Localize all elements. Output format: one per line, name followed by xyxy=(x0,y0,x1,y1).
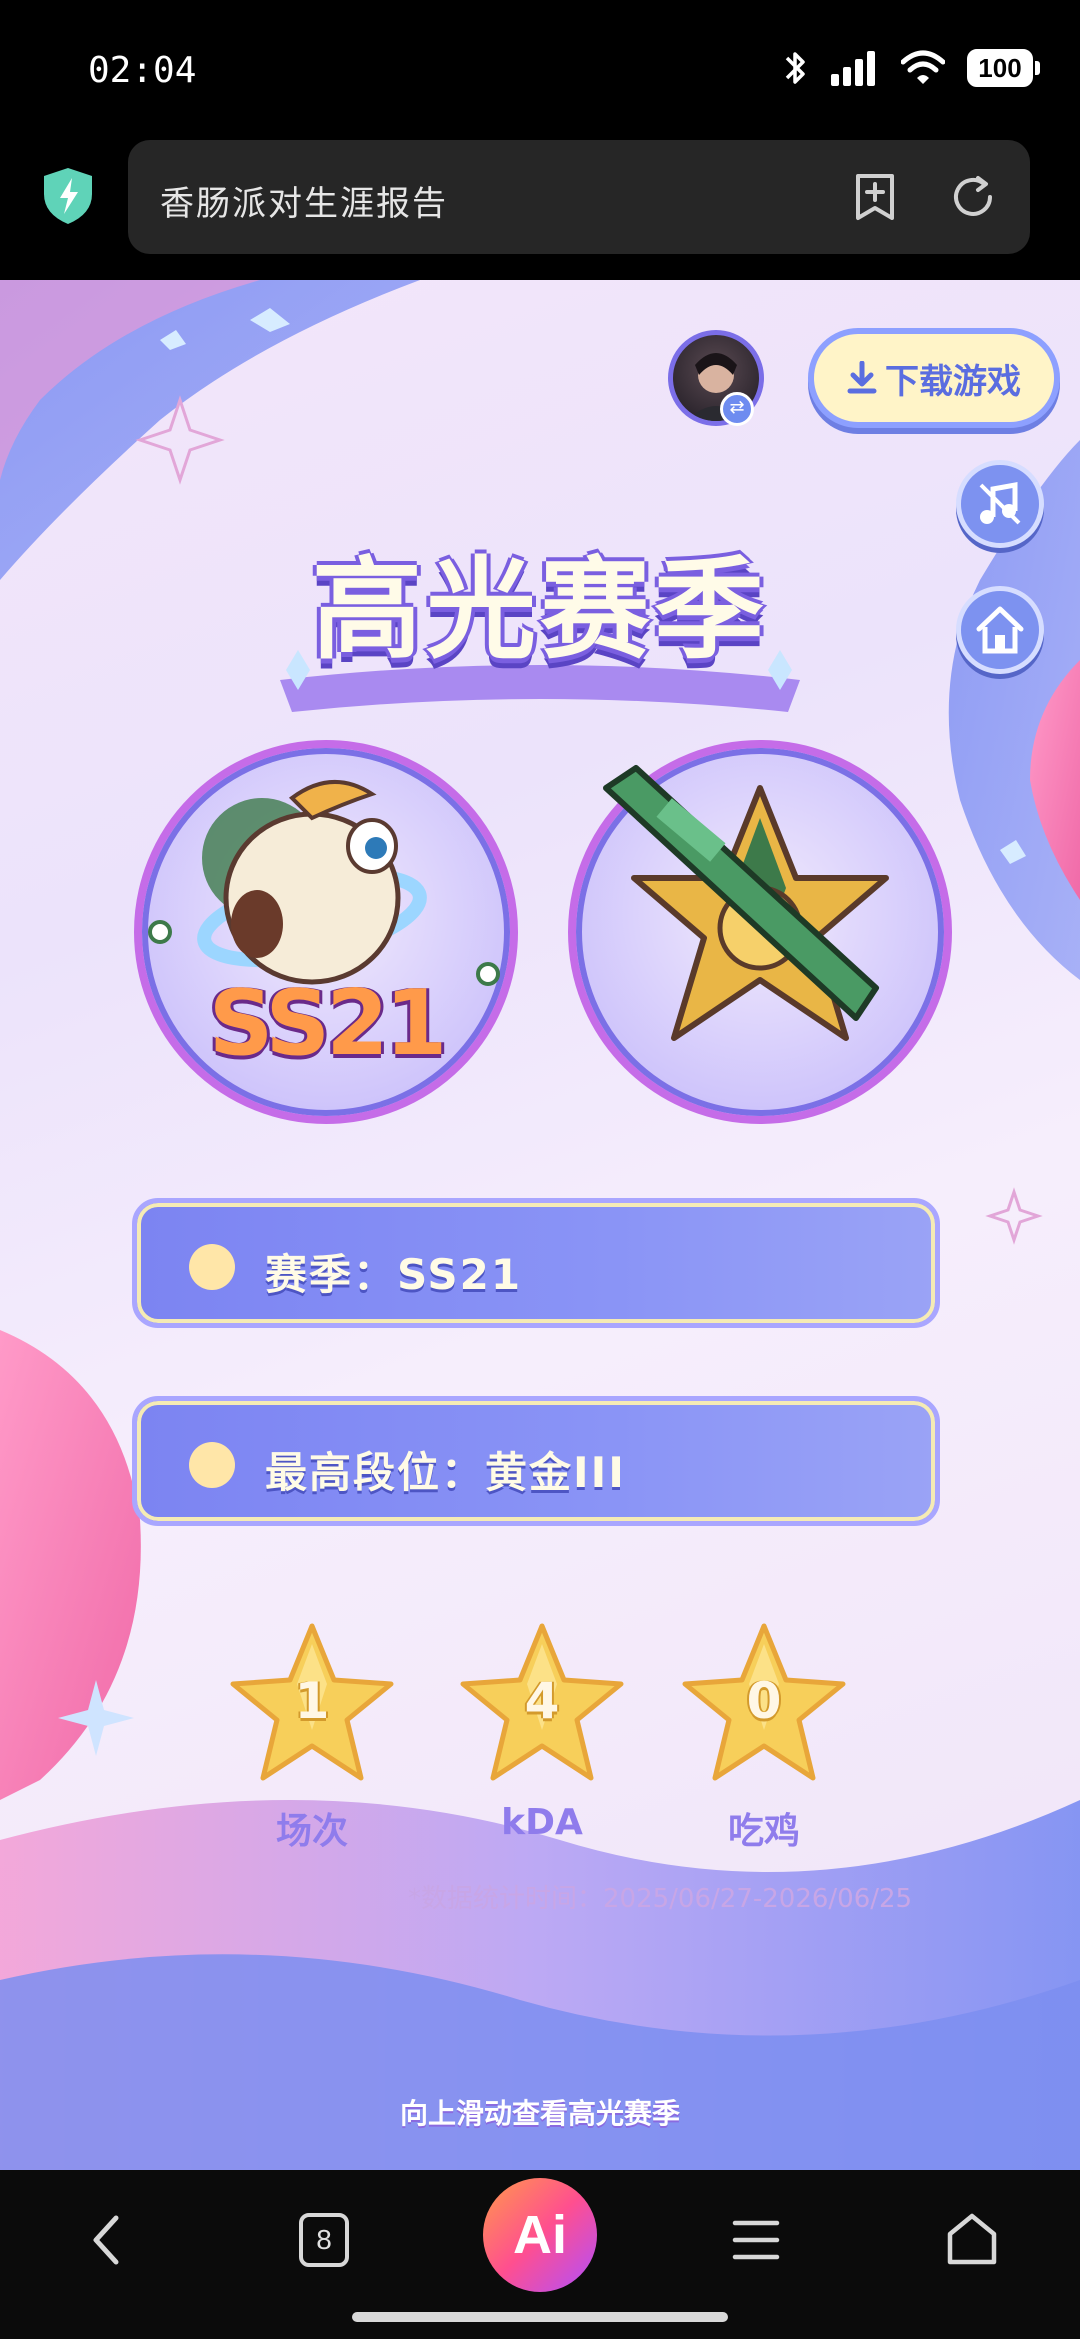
season-badge: SS21 xyxy=(134,740,518,1124)
music-toggle-button[interactable] xyxy=(956,460,1044,548)
stat-label: kDA xyxy=(501,1802,583,1843)
shield-icon[interactable] xyxy=(42,166,94,226)
home-button[interactable] xyxy=(956,586,1044,674)
add-bookmark-icon[interactable] xyxy=(848,170,902,224)
bluetooth-icon xyxy=(785,52,805,84)
download-game-button[interactable]: 下载游戏 xyxy=(808,328,1060,428)
tabs-button[interactable]: 8 xyxy=(284,2200,364,2280)
address-bar[interactable]: 香肠派对生涯报告 xyxy=(128,140,1030,254)
status-bar: 02:04 100 xyxy=(0,0,1080,140)
switch-account-icon[interactable]: ⇄ xyxy=(720,392,754,426)
status-icons: 100 xyxy=(783,48,1040,88)
download-label: 下载游戏 xyxy=(885,361,1021,402)
ai-label: Ai xyxy=(513,2205,567,2265)
stat-matches: 1 场次 xyxy=(222,1620,402,1854)
home-indicator[interactable] xyxy=(352,2312,728,2322)
music-off-icon xyxy=(979,482,1021,525)
swipe-up-hint[interactable]: 向上滑动查看高光赛季 xyxy=(0,2092,1080,2132)
data-period-note: *数据统计时间：2025/06/27-2026/06/25 xyxy=(408,1884,913,1914)
tab-count: 8 xyxy=(299,2213,349,2267)
battery-level: 100 xyxy=(967,49,1033,87)
stat-value: 0 xyxy=(746,1672,782,1730)
status-time: 02:04 xyxy=(88,50,197,91)
stat-label: 场次 xyxy=(275,1811,348,1852)
rank-info-text: 最高段位：黄金III xyxy=(265,1448,626,1497)
wifi-icon xyxy=(901,50,945,84)
battery-indicator: 100 xyxy=(967,49,1040,87)
stat-value: 1 xyxy=(294,1672,330,1730)
bottom-nav: 8 Ai xyxy=(0,2170,1080,2339)
home-icon xyxy=(976,606,1024,654)
season-badge-text: SS21 xyxy=(208,971,448,1076)
info-row-highest-rank: 最高段位：黄金III xyxy=(132,1396,940,1526)
stat-kda: 4 kDA xyxy=(452,1620,632,1843)
back-button[interactable] xyxy=(66,2200,146,2280)
ai-assistant-button[interactable]: Ai xyxy=(483,2178,597,2292)
home-nav-button[interactable] xyxy=(932,2200,1012,2280)
signal-icon xyxy=(831,51,875,86)
menu-button[interactable] xyxy=(716,2200,796,2280)
season-title-banner: 高光赛季 xyxy=(268,490,812,730)
page-title: 香肠派对生涯报告 xyxy=(160,184,448,224)
reload-icon[interactable] xyxy=(946,170,1000,224)
rank-badge xyxy=(568,740,952,1124)
season-info-text: 赛季：SS21 xyxy=(265,1250,523,1299)
season-title: 高光赛季 xyxy=(312,546,768,674)
bullet-dot xyxy=(189,1442,235,1488)
rank-star-rifle-icon xyxy=(603,765,889,1041)
download-icon xyxy=(847,361,877,394)
bullet-dot xyxy=(189,1244,235,1290)
report-page: ⇄ 下载游戏 高光赛季 SS21 赛季：SS21 最高段位：黄金III 1 场次… xyxy=(0,280,1080,2170)
stat-wins: 0 吃鸡 xyxy=(674,1620,854,1854)
stat-label: 吃鸡 xyxy=(727,1811,800,1852)
menu-icon xyxy=(732,2220,780,2260)
back-icon xyxy=(93,2215,119,2265)
home-outline-icon xyxy=(947,2213,997,2265)
stat-value: 4 xyxy=(524,1672,560,1730)
info-row-season: 赛季：SS21 xyxy=(132,1198,940,1328)
